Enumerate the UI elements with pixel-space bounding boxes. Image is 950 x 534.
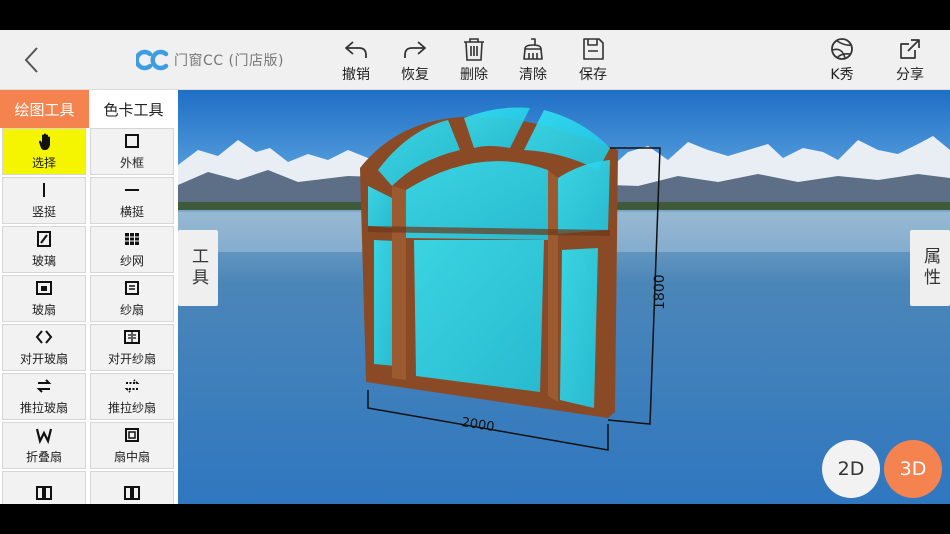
- tool-button-sash-in-sash[interactable]: 扇中扇: [90, 422, 174, 469]
- tool-label: 外框: [119, 156, 144, 170]
- vertical-mullion-icon: [35, 181, 53, 199]
- top-toolbar: 门窗CC (门店版) 撤销 恢复 删除 清除 保存 K秀 分享: [0, 30, 950, 90]
- delete-label: 删除: [460, 67, 488, 83]
- tool-button-horizontal-mullion[interactable]: 横挺: [90, 177, 174, 224]
- frame-icon: [123, 132, 141, 150]
- double-screen-sash-icon: [123, 328, 141, 346]
- mode-2d-button[interactable]: 2D: [822, 440, 880, 498]
- delete-button[interactable]: 删除: [448, 36, 500, 86]
- back-button[interactable]: [14, 42, 50, 78]
- tool-label: 玻扇: [31, 303, 56, 317]
- screen-sash-icon: [123, 279, 141, 297]
- width-dimension-label: 2000: [460, 415, 495, 435]
- design-canvas[interactable]: 2000 1800 工具 属性 2D 3D: [178, 90, 950, 504]
- tool-button-sliding-screen-sash[interactable]: 推拉纱扇: [90, 373, 174, 420]
- clear-label: 清除: [519, 67, 547, 83]
- tools-side-tab-label: 工具: [188, 247, 208, 289]
- undo-label: 撤销: [342, 67, 370, 83]
- status-bar: [0, 0, 950, 30]
- tool-label: 对开玻扇: [19, 352, 68, 366]
- tool-button-double-glass-sash[interactable]: 对开玻扇: [2, 324, 86, 371]
- glass-icon: [35, 230, 53, 248]
- tool-grid: 选择 外框竖挺 横挺玻璃 纱网玻扇 纱扇对开玻扇 对开纱扇推拉玻扇 推拉纱扇折叠扇 扇中扇: [2, 128, 176, 504]
- tool-label: 推拉纱扇: [107, 401, 156, 415]
- tab-color-card-tools[interactable]: 色卡工具: [89, 90, 178, 128]
- sash-in-sash-icon: [123, 426, 141, 444]
- broom-icon: [523, 38, 543, 60]
- tool-button-vertical-mullion[interactable]: 竖挺: [2, 177, 86, 224]
- tool-button-screen-mesh[interactable]: 纱网: [90, 226, 174, 273]
- navigation-bar: [0, 504, 950, 534]
- app-screen: 门窗CC (门店版) 撤销 恢复 删除 清除 保存 K秀 分享 绘图工具 色卡工…: [0, 0, 950, 534]
- app-logo: 门窗CC (门店版): [136, 48, 284, 72]
- tool-button-hand[interactable]: 选择: [2, 128, 86, 175]
- properties-side-tab-label: 属性: [920, 247, 940, 289]
- window-3d-model: 2000 1800: [360, 107, 668, 451]
- app-logo-text: 门窗CC (门店版): [174, 53, 284, 69]
- tool-label: 扇中扇: [113, 450, 150, 464]
- kshow-label: K秀: [830, 67, 854, 83]
- drawing-tools-panel: 绘图工具 色卡工具 选择 外框竖挺 横挺玻璃 纱网玻扇 纱扇对开玻扇 对开纱扇推拉玻扇 推拉…: [0, 90, 178, 504]
- sliding-glass-sash-icon: [35, 377, 53, 395]
- cc-logo-icon: [136, 49, 169, 71]
- tool-button-folding-sash[interactable]: 折叠扇: [2, 422, 86, 469]
- tools-side-tab[interactable]: 工具: [178, 230, 218, 306]
- tool-label: 玻璃: [31, 254, 56, 268]
- panel-tabs: 绘图工具 色卡工具: [0, 90, 178, 128]
- share-icon: [900, 39, 920, 59]
- tool-button-frame[interactable]: 外框: [90, 128, 174, 175]
- kshow-button[interactable]: K秀: [816, 36, 868, 86]
- save-button[interactable]: 保存: [567, 36, 619, 86]
- tool-label: 横挺: [119, 205, 144, 219]
- aperture-icon: [831, 38, 853, 60]
- tool-button-split-panel[interactable]: [2, 471, 86, 504]
- tool-button-glass[interactable]: 玻璃: [2, 226, 86, 273]
- tool-label: 对开纱扇: [107, 352, 156, 366]
- tool-label: 纱网: [119, 254, 144, 268]
- tool-label: 推拉玻扇: [19, 401, 68, 415]
- redo-label: 恢复: [401, 67, 429, 83]
- tool-label: 选择: [31, 156, 56, 170]
- tool-button-sliding-glass-sash[interactable]: 推拉玻扇: [2, 373, 86, 420]
- tool-button-split-panel[interactable]: [90, 471, 174, 504]
- trash-icon: [464, 38, 484, 61]
- share-label: 分享: [896, 67, 924, 83]
- glass-sash-icon: [35, 279, 53, 297]
- redo-icon: [404, 41, 426, 58]
- tool-label: 竖挺: [31, 205, 56, 219]
- save-label: 保存: [579, 67, 607, 83]
- horizontal-mullion-icon: [123, 181, 141, 199]
- tool-button-double-screen-sash[interactable]: 对开纱扇: [90, 324, 174, 371]
- clear-button[interactable]: 清除: [507, 36, 559, 86]
- split-panel-icon: [123, 484, 141, 502]
- undo-button[interactable]: 撤销: [330, 36, 382, 86]
- chevron-left-icon: [24, 47, 38, 73]
- tab-drawing-tools[interactable]: 绘图工具: [0, 90, 89, 128]
- undo-icon: [345, 41, 367, 58]
- hand-icon: [35, 132, 53, 150]
- mode-3d-button[interactable]: 3D: [884, 440, 942, 498]
- sliding-screen-sash-icon: [123, 377, 141, 395]
- tool-button-screen-sash[interactable]: 纱扇: [90, 275, 174, 322]
- height-dimension-label: 1800: [652, 274, 668, 310]
- folding-sash-icon: [35, 426, 53, 444]
- tool-label: 折叠扇: [25, 450, 62, 464]
- properties-side-tab[interactable]: 属性: [910, 230, 950, 306]
- split-panel-icon: [35, 484, 53, 502]
- screen-mesh-icon: [123, 230, 141, 248]
- double-glass-sash-icon: [35, 328, 53, 346]
- tool-button-glass-sash[interactable]: 玻扇: [2, 275, 86, 322]
- tool-label: 纱扇: [119, 303, 144, 317]
- share-button[interactable]: 分享: [884, 36, 936, 86]
- redo-button[interactable]: 恢复: [389, 36, 441, 86]
- save-icon: [583, 38, 604, 60]
